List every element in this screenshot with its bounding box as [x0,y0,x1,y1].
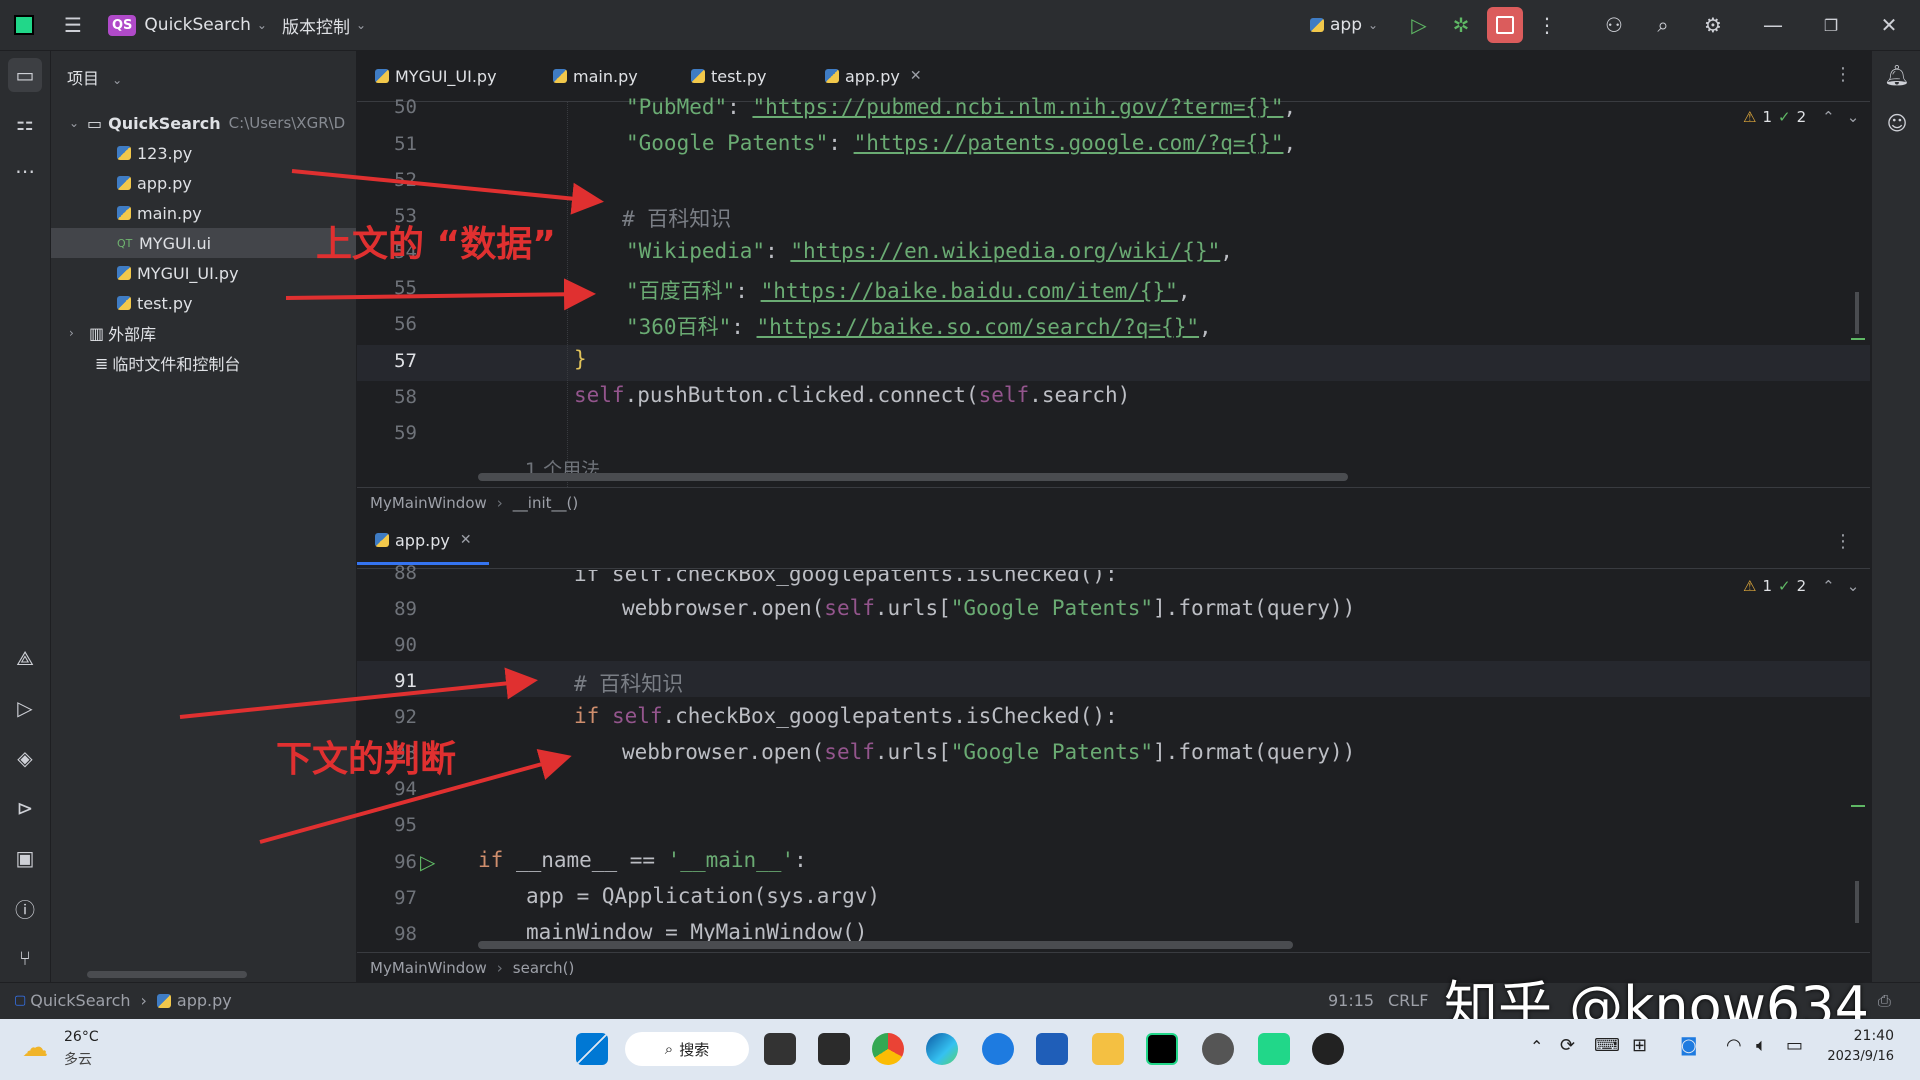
annotation-arrow [285,278,596,311]
volume-icon[interactable]: 🔈︎ [1756,1035,1767,1056]
annotation-lower: 下文的判断 [276,739,457,780]
weather-desc[interactable]: 多云 [64,1049,92,1069]
line-separator[interactable]: CRLF [1388,991,1428,1010]
task-view-icon[interactable] [764,1033,796,1065]
annotation-arrow [291,169,604,215]
avatar-app-icon[interactable] [1312,1033,1344,1065]
windows-start-icon[interactable] [576,1033,608,1065]
keyboard-icon[interactable]: ⌨ [1594,1035,1620,1056]
clock-date[interactable]: 2023/9/16 [1826,1049,1894,1064]
chrome-icon[interactable] [872,1033,904,1065]
annotation-upper: 上文的 “数据” [316,224,556,265]
status-project[interactable]: QuickSearch [30,991,130,1010]
status-file[interactable]: app.py [177,991,232,1010]
input-method-icon[interactable]: ⊞ [1632,1035,1647,1056]
status-path[interactable]: ▢ QuickSearch › app.py [14,991,232,1010]
tray-app-icon[interactable]: ◙ [1680,1035,1697,1056]
annotation-arrows [179,169,604,844]
edge-icon[interactable] [926,1033,958,1065]
sync-icon[interactable]: ⟳ [1560,1035,1575,1056]
feishu-icon[interactable] [982,1033,1014,1065]
wifi-icon[interactable]: ◠ [1726,1035,1742,1056]
search-icon: ⌕ [664,1040,674,1058]
battery-icon[interactable]: ▭ [1786,1035,1803,1056]
microsoft-store-icon[interactable] [1036,1033,1068,1065]
module-icon: ▢ [14,993,27,1008]
tray-expand-icon[interactable]: ⌃ [1530,1037,1543,1056]
annotation-arrow [179,667,538,719]
file-explorer-icon[interactable] [1092,1033,1124,1065]
weather-temp[interactable]: 26°C [64,1029,99,1045]
weather-icon[interactable]: ☁ [22,1033,48,1063]
clock-time[interactable]: 21:40 [1826,1028,1894,1044]
caret-position[interactable]: 91:15 [1328,991,1374,1010]
lock-icon[interactable]: ⎙ [1878,991,1891,1011]
dataspell-icon[interactable] [1258,1033,1290,1065]
breadcrumb-separator-icon: › [140,991,147,1010]
settings-app-icon[interactable] [1202,1033,1234,1065]
terminal-app-icon[interactable] [818,1033,850,1065]
search-label: 搜索 [679,1040,710,1059]
windows-taskbar: ☁ 26°C 多云 ⌕ 搜索 ⌃ ⟳ ⌨ ⊞ ◙ ◠ 🔈︎ ▭ 21:40 20… [0,1019,1920,1080]
taskbar-search[interactable]: ⌕ 搜索 [625,1032,749,1066]
python-file-icon [156,993,171,1008]
pycharm-taskbar-icon[interactable] [1146,1033,1178,1065]
